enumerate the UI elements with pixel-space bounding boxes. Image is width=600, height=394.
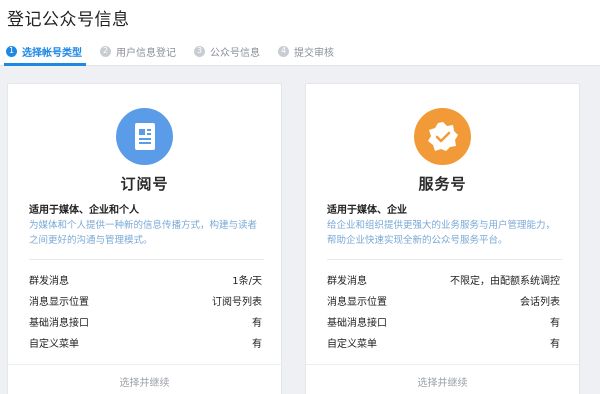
feature-label: 消息显示位置 bbox=[29, 297, 89, 308]
step-label: 公众号信息 bbox=[210, 47, 260, 59]
feature-row: 消息显示位置 订阅号列表 bbox=[29, 290, 262, 311]
feature-label: 自定义菜单 bbox=[327, 339, 377, 350]
feature-value: 1条/天 bbox=[232, 276, 262, 287]
card-description: 给企业和组织提供更强大的业务服务与用户管理能力，帮助企业快速实现全新的公众号服务… bbox=[327, 220, 556, 246]
feature-value: 有 bbox=[550, 318, 560, 329]
card-title: 服务号 bbox=[418, 175, 467, 193]
step-number: 1 bbox=[6, 45, 17, 57]
step-number: 3 bbox=[194, 45, 205, 57]
step-user-info[interactable]: 2 用户信息登记 bbox=[100, 44, 176, 59]
page-title: 登记公众号信息 bbox=[7, 10, 130, 30]
subscription-account-card[interactable]: 订阅号 适用于媒体、企业和个人 为媒体和个人提供一种新的信息传播方式，构建与读者… bbox=[7, 83, 282, 394]
select-and-continue-button[interactable]: 选择并继续 bbox=[306, 364, 579, 394]
feature-value: 有 bbox=[550, 339, 560, 350]
feature-row: 基础消息接口 有 bbox=[29, 311, 262, 332]
feature-value: 会话列表 bbox=[520, 297, 560, 308]
step-account-info[interactable]: 3 公众号信息 bbox=[194, 44, 260, 59]
feature-label: 群发消息 bbox=[29, 276, 69, 287]
feature-label: 消息显示位置 bbox=[327, 297, 387, 308]
feature-value: 有 bbox=[252, 339, 262, 350]
feature-value: 不限定，由配额系统调控 bbox=[450, 276, 560, 287]
step-label: 用户信息登记 bbox=[116, 47, 176, 59]
feature-value: 有 bbox=[252, 318, 262, 329]
feature-row: 基础消息接口 有 bbox=[327, 311, 560, 332]
feature-row: 群发消息 1条/天 bbox=[29, 269, 262, 290]
select-and-continue-button[interactable]: 选择并继续 bbox=[8, 364, 281, 394]
card-audience: 适用于媒体、企业和个人 bbox=[29, 205, 139, 216]
page-header: 登记公众号信息 1 选择帐号类型 2 用户信息登记 3 公众号信息 4 提交审核 bbox=[0, 0, 600, 66]
feature-row: 群发消息 不限定，由配额系统调控 bbox=[327, 269, 560, 290]
step-number: 2 bbox=[100, 45, 111, 57]
step-label: 提交审核 bbox=[294, 47, 334, 59]
feature-label: 自定义菜单 bbox=[29, 339, 79, 350]
feature-list: 群发消息 不限定，由配额系统调控 消息显示位置 会话列表 基础消息接口 有 自定… bbox=[327, 269, 560, 353]
step-number: 4 bbox=[278, 45, 289, 57]
feature-row: 自定义菜单 有 bbox=[29, 332, 262, 353]
step-select-account-type[interactable]: 1 选择帐号类型 bbox=[6, 44, 82, 59]
feature-label: 群发消息 bbox=[327, 276, 367, 287]
document-icon bbox=[116, 108, 173, 165]
service-account-card[interactable]: 服务号 适用于媒体、企业 给企业和组织提供更强大的业务服务与用户管理能力，帮助企… bbox=[305, 83, 580, 394]
step-label: 选择帐号类型 bbox=[22, 47, 82, 59]
feature-list: 群发消息 1条/天 消息显示位置 订阅号列表 基础消息接口 有 自定义菜单 有 bbox=[29, 269, 262, 353]
divider bbox=[29, 259, 264, 260]
card-title: 订阅号 bbox=[120, 175, 169, 193]
feature-label: 基础消息接口 bbox=[29, 318, 89, 329]
feature-row: 自定义菜单 有 bbox=[327, 332, 560, 353]
active-step-underline bbox=[4, 63, 86, 66]
step-indicator: 1 选择帐号类型 2 用户信息登记 3 公众号信息 4 提交审核 bbox=[6, 43, 352, 59]
verified-badge-icon bbox=[414, 108, 471, 165]
card-description: 为媒体和个人提供一种新的信息传播方式，构建与读者之间更好的沟通与管理模式。 bbox=[29, 220, 258, 246]
feature-value: 订阅号列表 bbox=[212, 297, 262, 308]
feature-row: 消息显示位置 会话列表 bbox=[327, 290, 560, 311]
card-audience: 适用于媒体、企业 bbox=[327, 205, 407, 216]
divider bbox=[327, 259, 562, 260]
feature-label: 基础消息接口 bbox=[327, 318, 387, 329]
step-submit-review[interactable]: 4 提交审核 bbox=[278, 44, 334, 59]
